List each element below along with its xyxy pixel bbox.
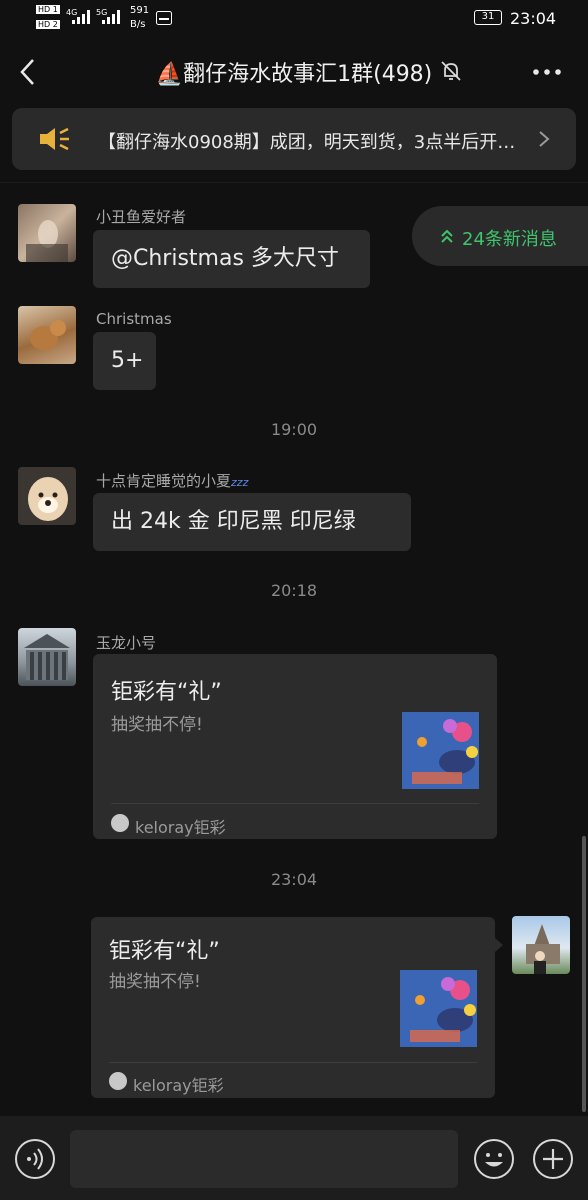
message-bubble[interactable]: 5+ (93, 332, 156, 390)
add-icon[interactable] (532, 1138, 574, 1180)
hd2-badge: HD 2 (36, 20, 60, 29)
timestamp: 20:18 (270, 581, 318, 600)
avatar[interactable] (18, 628, 76, 686)
avatar[interactable] (18, 204, 76, 262)
emoji-icon[interactable] (473, 1138, 515, 1180)
double-up-icon (441, 229, 453, 243)
scrollbar[interactable] (582, 836, 586, 1112)
avatar[interactable] (512, 916, 570, 974)
mute-icon (441, 61, 461, 81)
sender-name: 玉龙小号 (96, 634, 157, 652)
card-description: 抽奖抽不停! (111, 715, 203, 735)
keloray-logo-icon (109, 1072, 127, 1090)
mini-program-card[interactable]: 钜彩有“礼” 抽奖抽不停! keloray钜彩 (93, 654, 497, 839)
mini-program-card[interactable]: 钜彩有“礼” 抽奖抽不停! keloray钜彩 (91, 917, 495, 1098)
bubble-tail (495, 938, 503, 952)
net-speed-unit: B/s (130, 19, 146, 30)
chat-title: ⛵翻仔海水故事汇1群(498) (155, 62, 433, 87)
card-thumbnail (400, 970, 477, 1047)
signal-icon (72, 10, 90, 24)
battery-icon: 31 (474, 10, 502, 25)
sleep-emoji: zzz (231, 476, 249, 489)
new-messages-label: 24条新消息 (462, 229, 557, 250)
sender-name: 小丑鱼爱好者 (96, 208, 187, 226)
timestamp: 19:00 (270, 420, 318, 439)
message-bubble[interactable]: @Christmas 多大尺寸 (93, 230, 370, 288)
card-source: keloray钜彩 (133, 1076, 224, 1095)
status-bar: HD 1 HD 2 4G 5G 591 B/s 31 23:04 (0, 0, 588, 38)
card-title: 钜彩有“礼” (109, 939, 220, 964)
avatar[interactable] (18, 306, 76, 364)
sender-name: 十点肯定睡觉的小夏zzz (96, 470, 248, 491)
card-source: keloray钜彩 (135, 818, 226, 837)
voice-icon[interactable] (14, 1138, 56, 1180)
avatar[interactable] (18, 467, 76, 525)
more-icon[interactable] (532, 68, 562, 76)
speaker-icon (40, 127, 69, 151)
signal-icon (102, 10, 120, 24)
sender-name: Christmas (96, 310, 172, 328)
notice-text: 【翻仔海水0908期】成团，明天到货，3点半后开始发货 (98, 132, 528, 153)
card-title: 钜彩有“礼” (111, 680, 222, 705)
new-messages-button[interactable]: 24条新消息 (412, 206, 588, 266)
hd1-badge: HD 1 (36, 5, 60, 14)
chat-header: ⛵翻仔海水故事汇1群(498) (0, 38, 588, 106)
keloray-logo-icon (111, 814, 129, 832)
card-description: 抽奖抽不停! (109, 972, 201, 992)
card-thumbnail (402, 712, 479, 789)
card-divider (111, 803, 479, 804)
notification-icon (156, 11, 172, 25)
sender-name-text: 十点肯定睡觉的小夏 (96, 472, 232, 490)
message-input[interactable] (70, 1130, 458, 1188)
card-divider (109, 1062, 477, 1063)
chevron-right-icon (539, 131, 550, 147)
clock: 23:04 (510, 9, 557, 28)
net-speed-value: 591 (130, 5, 150, 16)
timestamp: 23:04 (270, 870, 318, 889)
group-notice-bar[interactable]: 【翻仔海水0908期】成团，明天到货，3点半后开始发货 (12, 108, 576, 170)
divider (0, 182, 588, 183)
message-bubble[interactable]: 出 24k 金 印尼黑 印尼绿 (93, 493, 411, 551)
